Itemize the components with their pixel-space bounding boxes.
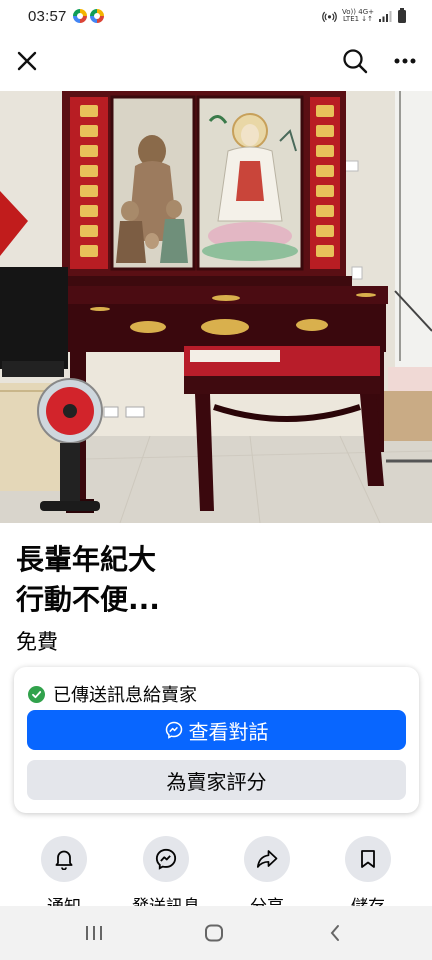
signal-icon (379, 11, 392, 22)
top-app-bar (0, 36, 432, 86)
close-button[interactable] (10, 44, 44, 78)
more-icon (394, 58, 416, 64)
save-action-circle[interactable] (345, 836, 391, 882)
view-conversation-label: 查看對話 (188, 719, 269, 744)
send-message-action-circle[interactable] (143, 836, 189, 882)
listing-photo[interactable] (0, 91, 432, 523)
listing-actions: 通知 發送訊息 分享 儲存 (0, 836, 432, 917)
message-sent-card: 已傳送訊息給賣家 查看對話 為賣家評分 (14, 667, 419, 813)
share-action-circle[interactable] (244, 836, 290, 882)
app-notification-icon (89, 9, 104, 23)
more-options-button[interactable] (388, 44, 422, 78)
battery-icon (398, 7, 406, 23)
status-right: Vo)) 4G+ LTE1 ↓↑ (322, 7, 406, 23)
back-icon (330, 925, 339, 941)
check-circle-icon (28, 685, 45, 703)
send-message-action[interactable]: 發送訊息 (121, 836, 211, 917)
recent-apps-icon (86, 926, 102, 940)
save-action[interactable]: 儲存 (323, 836, 413, 917)
app-notification-icon (72, 9, 87, 23)
bookmark-icon (361, 850, 375, 868)
notify-action-circle[interactable] (41, 836, 87, 882)
message-sent-status: 已傳送訊息給賣家 (28, 681, 197, 707)
home-button[interactable] (199, 919, 229, 947)
status-bar: 03:57 Vo)) 4G+ LTE1 ↓↑ (0, 0, 432, 32)
share-icon (256, 850, 278, 868)
network-indicator: Vo)) 4G+ LTE1 ↓↑ (342, 9, 374, 23)
system-navigation-bar (0, 906, 432, 960)
share-action[interactable]: 分享 (222, 836, 312, 917)
altar-table-photo (0, 91, 432, 523)
rate-seller-label: 為賣家評分 (166, 769, 267, 794)
status-time: 03:57 (28, 7, 67, 25)
message-sent-text: 已傳送訊息給賣家 (53, 685, 197, 706)
listing-title: 長輩年紀大 行動不便... (16, 543, 160, 616)
close-icon (17, 51, 37, 71)
back-button[interactable] (320, 919, 350, 947)
bell-icon (55, 850, 73, 870)
view-conversation-button[interactable]: 查看對話 (27, 710, 406, 750)
recent-apps-button[interactable] (79, 919, 109, 947)
home-icon (205, 924, 223, 942)
search-button[interactable] (338, 44, 372, 78)
network-type-bottom: LTE1 ↓↑ (342, 15, 374, 23)
search-icon (343, 49, 368, 74)
notify-action[interactable]: 通知 (19, 836, 109, 917)
hotspot-icon (322, 11, 337, 23)
listing-price: 免費 (16, 630, 58, 654)
notification-icons (72, 9, 104, 23)
rate-seller-button[interactable]: 為賣家評分 (27, 760, 406, 800)
messenger-icon (165, 721, 182, 739)
messenger-icon (155, 848, 177, 870)
